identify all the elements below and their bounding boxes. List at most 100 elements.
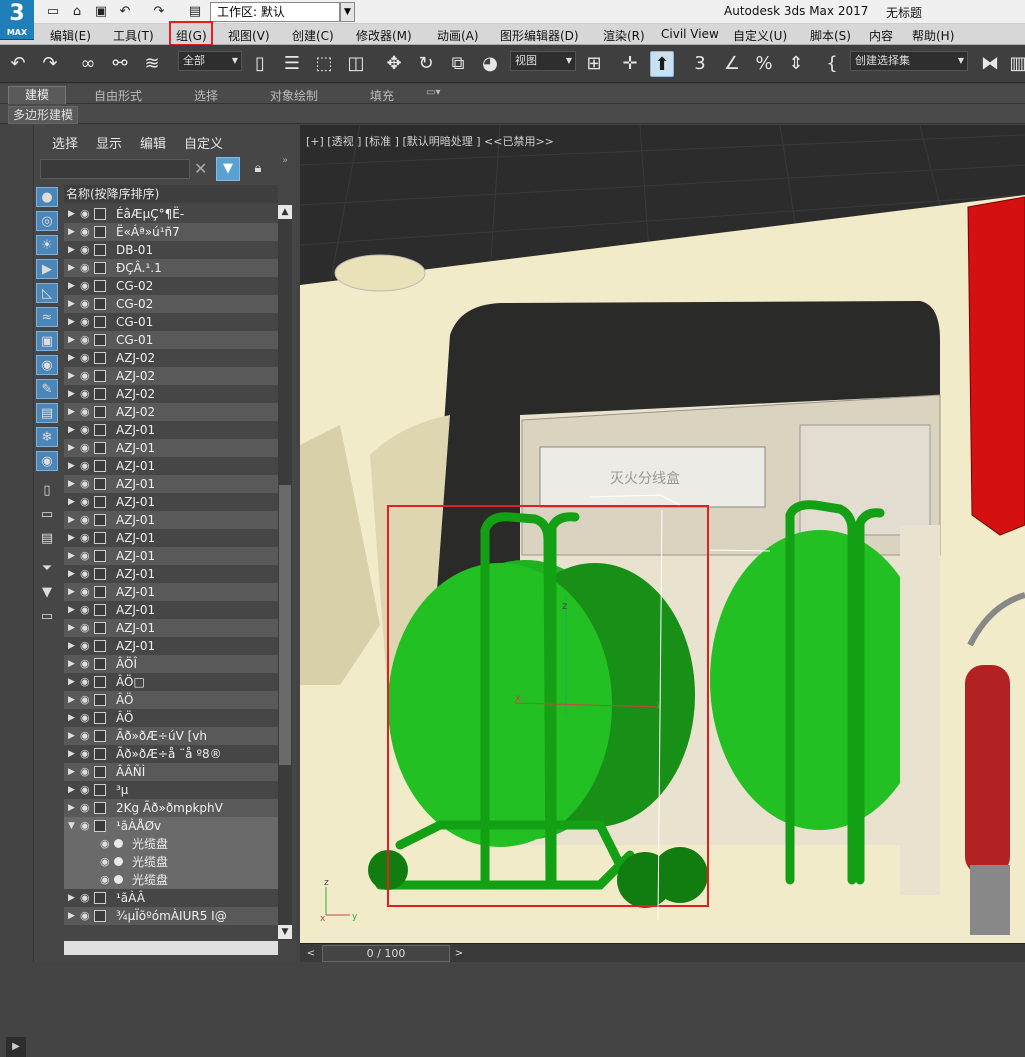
explorer-search-input[interactable]	[40, 159, 190, 179]
list-item[interactable]: ▶ ◉ ¾µÏõºómÀIUR5 I@	[64, 907, 278, 925]
angle-snap-icon[interactable]: ∠	[720, 51, 744, 77]
move-icon[interactable]: ✥	[382, 51, 406, 77]
expand-icon[interactable]: ▶	[68, 241, 78, 259]
menu-content[interactable]: 内容	[869, 27, 893, 44]
display-cameras-icon[interactable]: ▶	[36, 259, 58, 279]
expand-icon[interactable]: ▶	[68, 763, 78, 781]
scale-icon[interactable]: ⧉	[446, 51, 470, 77]
align-icon[interactable]: ▥	[1006, 51, 1025, 77]
list-item[interactable]: ▶ ◉ AZJ-01	[64, 619, 278, 637]
list-item[interactable]: ▶ ◉ AZJ-02	[64, 403, 278, 421]
display-invert-icon[interactable]: ▤	[36, 529, 58, 549]
rotate-icon[interactable]: ↻	[414, 51, 438, 77]
eye-icon[interactable]: ◉	[80, 781, 92, 799]
lock-icon[interactable]: 🔒︎	[250, 159, 266, 179]
perspective-viewport[interactable]: 灭火分线盒 z x y z x y [+] [透视] [标准] [默认明暗处…	[300, 125, 1025, 943]
chevron-left-icon[interactable]: <	[304, 946, 318, 961]
eye-icon[interactable]: ◉	[80, 421, 92, 439]
list-item[interactable]: ▶ ◉ AZJ-01	[64, 601, 278, 619]
layer-icon[interactable]: ▭	[36, 607, 58, 627]
eye-icon[interactable]: ◉	[80, 691, 92, 709]
menu-create[interactable]: 创建(C)	[292, 27, 334, 44]
close-icon[interactable]: ✕	[194, 159, 210, 179]
chevron-right-icon[interactable]: >	[452, 946, 466, 961]
eye-icon[interactable]: ◉	[80, 205, 92, 223]
eye-icon[interactable]: ◉	[80, 529, 92, 547]
list-item[interactable]: ▶ ◉ CG-01	[64, 313, 278, 331]
menu-civil-view[interactable]: Civil View	[661, 27, 719, 41]
link-icon[interactable]: ∞	[76, 51, 100, 77]
eye-icon[interactable]: ◉	[80, 601, 92, 619]
expand-icon[interactable]: ▶	[68, 277, 78, 295]
list-item[interactable]: ▶ ◉ AZJ-01	[64, 529, 278, 547]
display-groups-icon[interactable]: ▣	[36, 331, 58, 351]
eye-icon[interactable]: ◉	[80, 619, 92, 637]
expand-icon[interactable]: ▶	[68, 223, 78, 241]
expand-icon[interactable]: ▶	[68, 331, 78, 349]
tab-selection[interactable]: 选择	[194, 87, 218, 104]
eye-icon[interactable]: ◉	[80, 709, 92, 727]
menu-tools[interactable]: 工具(T)	[113, 27, 154, 44]
workspace-dropdown[interactable]: 工作区: 默认	[210, 2, 340, 22]
chevron-up-icon[interactable]: ▲	[278, 205, 292, 219]
open-file-icon[interactable]: ⌂	[68, 3, 86, 21]
play-icon[interactable]: ▶	[6, 1037, 26, 1057]
list-item[interactable]: ▶ ◉ ³µ	[64, 781, 278, 799]
save-icon[interactable]: ▣	[92, 3, 110, 21]
eye-icon[interactable]: ◉	[80, 331, 92, 349]
filter-toggle-icon[interactable]: ▼	[36, 583, 58, 603]
collapse-icon[interactable]: ▼	[68, 817, 78, 835]
explorer-menu-display[interactable]: 显示	[96, 133, 122, 152]
expand-icon[interactable]: ▶	[68, 709, 78, 727]
eye-icon[interactable]: ◉	[80, 313, 92, 331]
redo-icon[interactable]: ↷	[38, 51, 62, 77]
eye-icon[interactable]: ◉	[80, 349, 92, 367]
expand-icon[interactable]: ▶	[68, 385, 78, 403]
eye-icon[interactable]: ◉	[80, 799, 92, 817]
menu-scripting[interactable]: 脚本(S)	[810, 27, 851, 44]
eye-icon[interactable]: ◉	[80, 259, 92, 277]
list-item[interactable]: ▶ ◉ ÂÖ	[64, 691, 278, 709]
list-item[interactable]: ▶ ◉ AZJ-01	[64, 637, 278, 655]
edit-named-selection-icon[interactable]: {	[820, 51, 844, 77]
expand-icon[interactable]: ▶	[68, 907, 78, 925]
eye-icon[interactable]: ◉	[80, 907, 92, 925]
expand-icon[interactable]: ▶	[68, 601, 78, 619]
unlink-icon[interactable]: ⚯	[108, 51, 132, 77]
expand-icon[interactable]: ▶	[68, 781, 78, 799]
menu-help[interactable]: 帮助(H)	[912, 27, 954, 44]
list-item[interactable]: ▶ ◉ AZJ-01	[64, 439, 278, 457]
mirror-icon[interactable]: ⧓	[978, 51, 1002, 77]
eye-icon[interactable]: ◉	[80, 439, 92, 457]
eye-icon[interactable]: ◉	[80, 673, 92, 691]
eye-icon[interactable]: ◉	[80, 493, 92, 511]
new-file-icon[interactable]: ▭	[44, 3, 62, 21]
display-space-warps-icon[interactable]: ≈	[36, 307, 58, 327]
eye-icon[interactable]: ◉	[80, 223, 92, 241]
eye-icon[interactable]: ◉	[80, 889, 92, 907]
explorer-scrollbar[interactable]: ▲ ▼	[278, 205, 292, 940]
list-item[interactable]: ▶ ◉ AZJ-01	[64, 493, 278, 511]
expand-icon[interactable]: ▶	[68, 547, 78, 565]
menu-edit[interactable]: 编辑(E)	[50, 27, 91, 44]
expand-icon[interactable]: ▶	[68, 475, 78, 493]
expand-icon[interactable]: ▶	[68, 691, 78, 709]
expand-icon[interactable]: ▶	[68, 655, 78, 673]
application-button[interactable]: 3 MAX	[0, 0, 34, 40]
display-shapes-icon[interactable]: ◎	[36, 211, 58, 231]
chevron-down-icon[interactable]: ▼	[278, 925, 292, 939]
eye-icon[interactable]: ◉	[80, 295, 92, 313]
expand-icon[interactable]: ▶	[68, 673, 78, 691]
expand-icon[interactable]: ▶	[68, 511, 78, 529]
expand-icon[interactable]: ▶	[68, 799, 78, 817]
display-lights-icon[interactable]: ☀	[36, 235, 58, 255]
eye-icon[interactable]: ◉	[80, 475, 92, 493]
list-item-group-expanded[interactable]: ▼ ◉ ¹ãÀÅØv	[64, 817, 278, 835]
list-item[interactable]: ▶ ◉ ÂÖ□	[64, 673, 278, 691]
reference-coordinate-dropdown[interactable]: 视图 ▼	[510, 51, 576, 71]
filter-icon[interactable]: ▼	[216, 157, 240, 181]
expand-icon[interactable]: ▶	[68, 889, 78, 907]
expand-icon[interactable]: ▶	[68, 457, 78, 475]
eye-icon[interactable]: ◉	[80, 457, 92, 475]
menu-rendering[interactable]: 渲染(R)	[603, 27, 645, 44]
